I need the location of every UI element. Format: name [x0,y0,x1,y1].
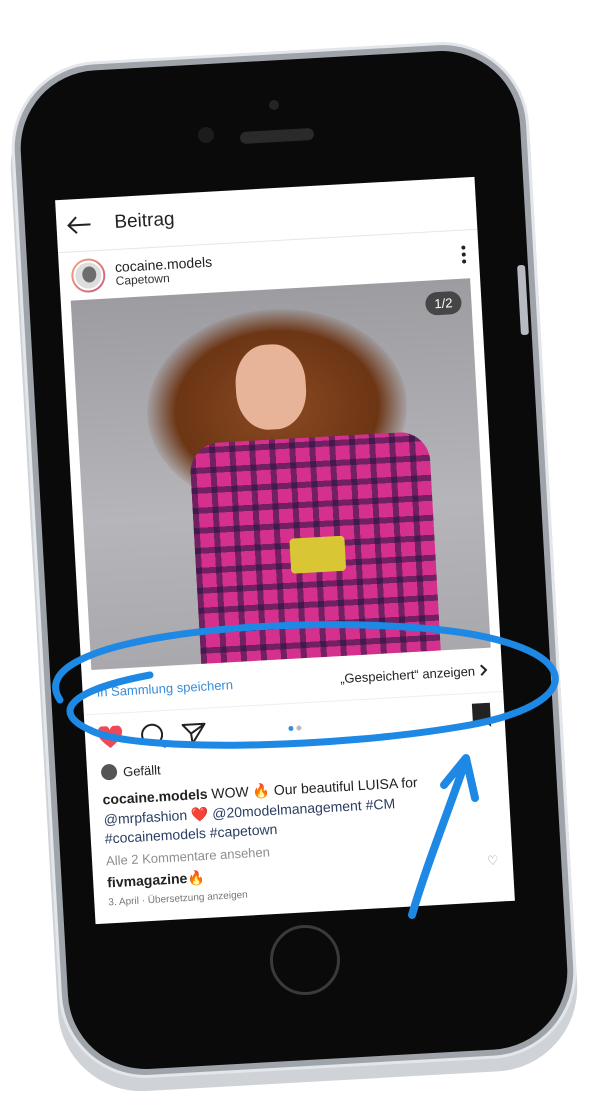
bookmark-icon[interactable] [470,701,494,733]
image-counter: 1/2 [424,290,463,316]
phone-front-camera [198,127,214,143]
translate-link[interactable]: Übersetzung anzeigen [147,889,248,906]
photo-face [233,342,309,432]
heart-icon[interactable] [97,725,124,750]
show-saved-link[interactable]: „Gespeichert“ anzeigen [339,662,489,686]
page-title: Beitrag [113,208,176,233]
caption-hashtag[interactable]: #CM [361,795,395,813]
caption-username[interactable]: cocaine.models [102,786,208,808]
caption-mention[interactable]: @mrpfashion [103,806,187,827]
photo-bag [289,535,347,574]
phone-home-button[interactable] [270,925,340,995]
likes-text: Gefällt [122,761,162,779]
comment-icon[interactable] [138,722,166,749]
save-to-collection-link[interactable]: In Sammlung speichern [96,677,233,700]
post-location[interactable]: Capetown [115,270,213,289]
comment-like-icon[interactable]: ♡ [487,853,500,870]
carousel-dots [288,724,302,731]
show-saved-label: „Gespeichert“ anzeigen [339,663,476,686]
caption-heart: ❤️ [186,805,213,823]
post-image[interactable]: 1/2 [70,278,491,670]
caption-hashtag[interactable]: #capetown [205,821,278,841]
avatar[interactable] [70,257,107,294]
caption-hashtag[interactable]: #cocainemodels [104,825,206,847]
more-icon[interactable] [460,245,467,264]
share-icon[interactable] [180,721,207,746]
caption-mention[interactable]: @20modelmanagement [212,797,362,821]
app-screen: Beitrag cocaine.models Capetown 1/2 In S… [55,176,515,925]
post-date: 3. April [108,895,140,909]
comment-username[interactable]: fivmagazine [107,870,188,890]
comment-text: 🔥 [186,868,206,886]
chevron-right-icon [480,664,488,676]
likes-avatar [100,763,118,781]
back-arrow-icon[interactable] [66,212,97,238]
phone-sensor [269,100,279,110]
